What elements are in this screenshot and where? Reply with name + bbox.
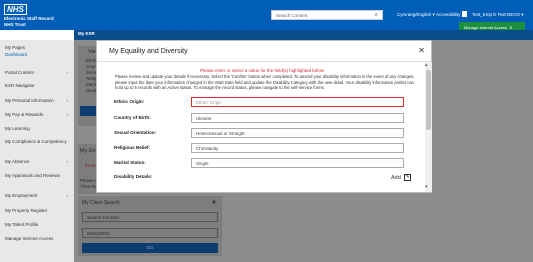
sidebar-item[interactable]: ESR Navigator: [5, 83, 71, 88]
field-input[interactable]: Ukraine: [191, 113, 404, 123]
sidebar-item-label: My Employment: [5, 193, 38, 198]
disability-details-label: Disability Details:: [114, 174, 153, 179]
accessibility-link[interactable]: Accessibility: [436, 12, 461, 17]
field-label: Marital Status:: [114, 160, 146, 165]
logo-line2: NHS Trust: [4, 22, 26, 27]
modal-scroll-thumb[interactable]: [426, 70, 431, 130]
class-search-date-input[interactable]: 06/01/2022: [82, 228, 218, 238]
close-icon[interactable]: ✕: [418, 46, 425, 55]
chevron-down-icon[interactable]: ▾: [425, 184, 428, 190]
field-label: Sexual Orientation:: [114, 130, 157, 135]
modal-error-message: Please enter or select a value for the f…: [199, 68, 325, 73]
sidebar-item-label: My Pay & Rewards: [5, 112, 44, 117]
sidebar-item-label: My Property Register: [5, 208, 48, 213]
modal-intro-text: Please review and update your details if…: [115, 74, 415, 90]
nhs-logo[interactable]: NHS Electronic Staff Record NHS Trust: [4, 4, 54, 27]
chevron-right-icon: ›: [66, 159, 69, 164]
field-label: Religious Belief:: [114, 145, 150, 150]
nhs-logo-mark: NHS: [4, 4, 27, 15]
chevron-right-icon: ›: [66, 98, 69, 103]
field-label: Ethnic Origin:: [114, 99, 145, 104]
sidebar-item-label: ESR Navigator: [5, 83, 35, 88]
sidebar-item[interactable]: My Talent Profile: [5, 222, 71, 227]
sidebar-title: My Pages: [5, 45, 26, 50]
sidebar-item-label: My Personal Information: [5, 98, 54, 103]
field-input[interactable]: Heterosexual or Straight: [191, 128, 404, 138]
sidebar-item-dashboard[interactable]: Dashboard: [5, 52, 27, 57]
go-button[interactable]: Go: [82, 243, 218, 253]
chevron-up-icon[interactable]: ▴: [425, 62, 428, 68]
sidebar-item-label: Portal Content: [5, 70, 34, 75]
sidebar-item[interactable]: My Pay & Rewards ›: [5, 112, 71, 117]
sidebar-item[interactable]: My Compliance & Competency: [5, 139, 71, 144]
class-search-title: My Class Search: [82, 200, 120, 206]
logo-line1: Electronic Staff Record: [4, 16, 54, 21]
search-placeholder: Search Content: [276, 13, 308, 18]
sidebar-item-label: My Absence: [5, 159, 30, 164]
add-disability-label[interactable]: Add: [391, 175, 401, 181]
field-input[interactable]: Ethnic Origin: [191, 97, 404, 107]
class-search-input[interactable]: Search Courses: [82, 212, 218, 222]
chevron-right-icon: ›: [66, 193, 69, 198]
sidebar-item[interactable]: My Absence ›: [5, 159, 71, 164]
bg-button: [80, 106, 96, 116]
sidebar-item-label: Manage Internet Access: [5, 236, 54, 241]
modal-title: My Equality and Diversity: [109, 48, 188, 55]
sidebar-item[interactable]: My Personal Information ›: [5, 98, 71, 103]
sidebar-item-label: My Learning: [5, 126, 30, 131]
chevron-right-icon: ›: [66, 112, 69, 117]
chevron-right-icon: ›: [66, 70, 69, 75]
sidebar-item[interactable]: My Learning: [5, 126, 71, 131]
modal-divider: [97, 61, 431, 62]
eye-icon[interactable]: ◉: [212, 199, 216, 205]
language-toggle[interactable]: Cymraeg/English ▾: [397, 12, 435, 18]
search-input[interactable]: Search Content ⌕: [271, 10, 383, 20]
field-input[interactable]: Christianity: [191, 143, 404, 153]
user-menu[interactable]: Test_Emp E Test-DEVO ▾: [472, 12, 523, 18]
search-icon[interactable]: ⌕: [375, 12, 378, 19]
tab-my-esr[interactable]: My ESR: [78, 31, 95, 36]
sidebar-item[interactable]: My Appraisals and Reviews: [5, 173, 71, 178]
sidebar-item[interactable]: Portal Content ›: [5, 70, 71, 75]
sidebar-item-label: My Compliance & Competency: [5, 139, 67, 144]
field-input[interactable]: Single: [191, 158, 404, 168]
sidebar-item[interactable]: My Employment ›: [5, 193, 71, 198]
sidebar-item[interactable]: Manage Internet Access: [5, 236, 71, 241]
edit-icon[interactable]: ✎: [404, 174, 411, 181]
sidebar-item-label: My Talent Profile: [5, 222, 39, 227]
sidebar-item[interactable]: My Property Register: [5, 208, 71, 213]
field-label: Country of Birth:: [114, 115, 151, 120]
sub-nav-bar: [74, 30, 533, 40]
user-icon: [462, 11, 467, 17]
sidebar-item-label: My Appraisals and Reviews: [5, 173, 61, 178]
